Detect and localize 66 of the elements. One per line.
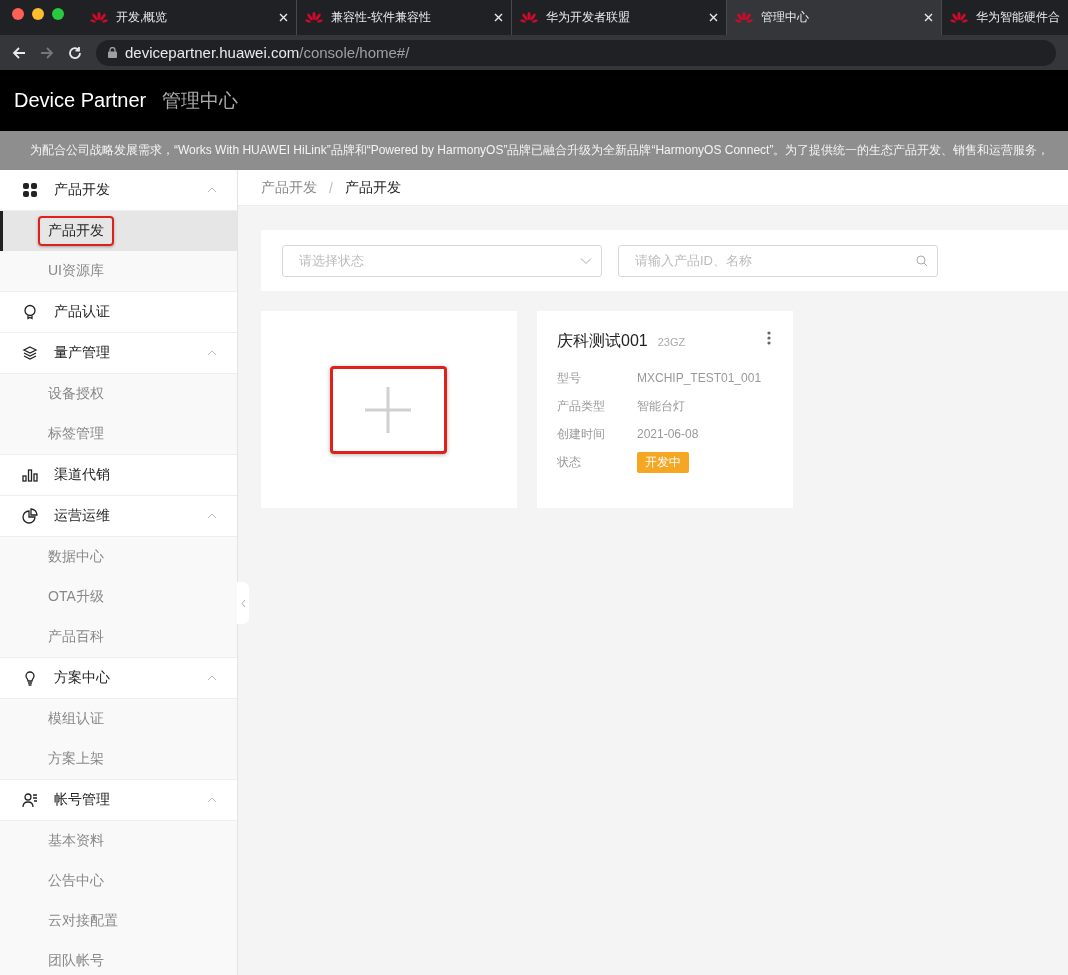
flower-logo-icon xyxy=(520,11,538,24)
field-value: MXCHIP_TEST01_001 xyxy=(637,371,762,385)
user-icon xyxy=(22,792,38,808)
plus-icon xyxy=(365,386,411,433)
notice-text: 为配合公司战略发展需求，“Works With HUAWEI HiLink”品牌和“Powered by HarmonyOS”品牌已融合升级为全新品牌“HarmonyOS Connect”。为了提供统一的生态产品开发、销售和运营服务， xyxy=(0,131,1068,170)
lightbulb-icon xyxy=(22,670,38,686)
close-icon[interactable] xyxy=(494,13,503,22)
ribbon-icon xyxy=(22,304,38,320)
back-arrow-icon[interactable] xyxy=(12,45,26,60)
menu-item[interactable]: 产品开发 xyxy=(0,211,237,251)
flower-logo-icon xyxy=(90,11,108,24)
layers-icon xyxy=(22,345,38,361)
menu-item[interactable]: 模组认证 xyxy=(0,699,237,739)
product-code: 23GZ xyxy=(657,336,686,348)
browser-tab[interactable]: 管理中心 xyxy=(727,0,942,35)
flower-logo-icon xyxy=(735,11,753,24)
product-card[interactable]: 庆科测试001 23GZ 型号 MXCHIP_TEST01_001 产品类型 智能台灯 创建时间 2021-06-08 状态 开发中 xyxy=(537,311,793,508)
menu-item[interactable]: 基本资料 xyxy=(0,821,237,861)
menu-item[interactable]: UI资源库 xyxy=(0,251,237,291)
bar-chart-icon xyxy=(22,467,38,483)
menu-item[interactable]: 标签管理 xyxy=(0,414,237,454)
menu-item[interactable]: 云对接配置 xyxy=(0,901,237,941)
lock-icon xyxy=(108,47,117,58)
flower-logo-icon xyxy=(950,11,968,24)
menu-item[interactable]: 设备授权 xyxy=(0,374,237,414)
breadcrumb-separator: / xyxy=(329,179,333,196)
product-name: 庆科测试001 xyxy=(557,331,648,351)
pie-chart-icon xyxy=(22,508,38,524)
url-field[interactable]: devicepartner.huawei.com/console/home#/ xyxy=(96,39,1056,66)
search-icon xyxy=(916,254,928,267)
more-icon[interactable] xyxy=(767,331,771,345)
search-field[interactable]: 请输入产品ID、名称 xyxy=(618,244,938,277)
breadcrumb-item[interactable]: 产品开发 xyxy=(261,178,317,197)
reload-icon[interactable] xyxy=(68,45,82,60)
close-icon[interactable] xyxy=(924,13,933,22)
field-label: 状态 xyxy=(557,453,582,471)
flower-logo-icon xyxy=(305,11,323,24)
status-tag: 开发中 xyxy=(637,451,689,473)
brand-name: Device Partner xyxy=(14,89,147,112)
field-label: 创建时间 xyxy=(557,425,606,443)
header-title: 管理中心 xyxy=(162,88,239,113)
collapse-handle[interactable] xyxy=(237,582,249,624)
breadcrumb-item: 产品开发 xyxy=(344,178,401,197)
tab-title: 兼容性-软件兼容性 xyxy=(331,9,432,26)
close-icon[interactable] xyxy=(709,13,718,22)
tab-title: 管理中心 xyxy=(761,9,810,26)
field-label: 产品类型 xyxy=(557,397,606,415)
chevron-down-icon xyxy=(580,257,592,264)
field-label: 型号 xyxy=(557,369,582,387)
status-select[interactable]: 请选择状态 xyxy=(282,244,602,277)
menu-item[interactable]: 数据中心 xyxy=(0,537,237,577)
tab-title: 华为智能硬件合 xyxy=(976,9,1061,26)
field-value: 2021-06-08 xyxy=(637,427,699,441)
url-text: devicepartner.huawei.com/console/home#/ xyxy=(125,44,410,61)
tab-title: 华为开发者联盟 xyxy=(546,9,631,26)
chevron-left-icon xyxy=(240,598,246,608)
grid-icon xyxy=(22,182,38,198)
menu-item[interactable]: 产品百科 xyxy=(0,617,237,657)
tab-title: 开发,概览 xyxy=(116,9,169,26)
field-value: 智能台灯 xyxy=(637,397,685,415)
close-icon[interactable] xyxy=(279,13,288,22)
add-product-button[interactable] xyxy=(329,365,447,454)
menu-item[interactable]: 方案上架 xyxy=(0,739,237,779)
forward-arrow-icon[interactable] xyxy=(40,45,54,60)
menu-item[interactable]: 团队帐号 xyxy=(0,941,237,975)
menu-item[interactable]: 公告中心 xyxy=(0,861,237,901)
